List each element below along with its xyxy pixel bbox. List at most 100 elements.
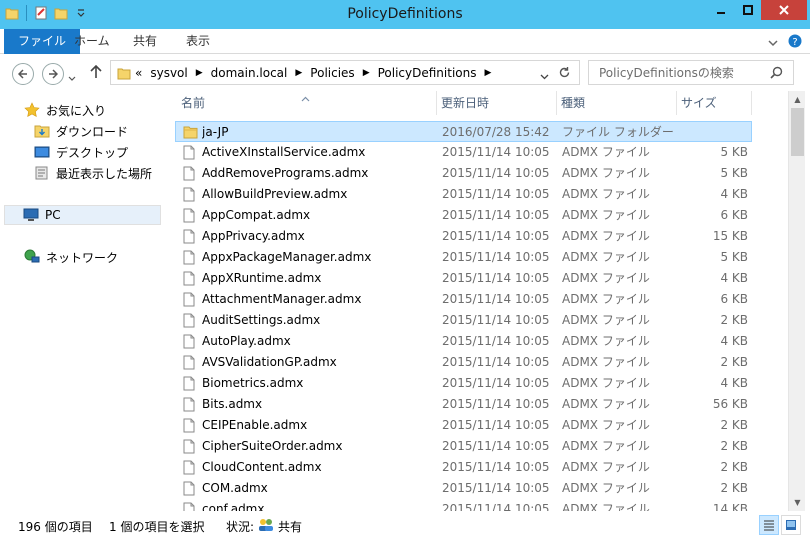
file-size: 4 KB — [720, 187, 748, 201]
column-header-type[interactable]: 種類 — [557, 91, 677, 115]
tab-share[interactable]: 共有 — [121, 29, 169, 54]
back-button[interactable] — [12, 63, 34, 85]
scroll-thumb[interactable] — [791, 108, 804, 156]
file-name: AutoPlay.admx — [202, 334, 291, 348]
file-row[interactable]: COM.admx 2015/11/14 10:05 ADMX ファイル 2 KB — [165, 478, 755, 499]
breadcrumb-policies[interactable]: Policies — [306, 66, 358, 80]
breadcrumb-separator-icon[interactable]: ▶ — [481, 68, 496, 78]
sidebar-item-favorites[interactable]: お気に入り — [24, 100, 106, 120]
file-size: 2 KB — [720, 418, 748, 432]
window-controls — [707, 0, 807, 20]
file-row[interactable]: AllowBuildPreview.admx 2015/11/14 10:05 AD… — [165, 184, 755, 205]
file-date: 2016/07/28 15:42 — [442, 125, 550, 139]
file-date: 2015/11/14 10:05 — [442, 355, 550, 369]
folder-icon — [183, 125, 198, 140]
file-row[interactable]: AppPrivacy.admx 2015/11/14 10:05 ADMX ファイル… — [165, 226, 755, 247]
file-row[interactable]: AppCompat.admx 2015/11/14 10:05 ADMX ファイル 6… — [165, 205, 755, 226]
file-name: Bits.admx — [202, 397, 263, 411]
forward-button[interactable] — [42, 63, 64, 85]
sidebar-item-downloads[interactable]: ダウンロード — [34, 121, 128, 141]
network-icon — [24, 249, 40, 263]
file-row[interactable]: CloudContent.admx 2015/11/14 10:05 ADMX ファ… — [165, 457, 755, 478]
file-name: COM.admx — [202, 481, 268, 495]
minimize-button[interactable] — [707, 0, 734, 20]
address-dropdown-icon[interactable] — [540, 69, 549, 83]
expand-ribbon-icon[interactable] — [768, 36, 778, 50]
file-row[interactable]: ja-JP 2016/07/28 15:42 ファイル フォルダー — [175, 121, 752, 142]
tab-home[interactable]: ホーム — [62, 29, 122, 54]
breadcrumb-domain[interactable]: domain.local — [207, 66, 292, 80]
file-icon — [183, 481, 197, 496]
sidebar-item-label: ダウンロード — [56, 124, 129, 139]
up-icon[interactable] — [90, 64, 102, 82]
scroll-down-icon[interactable]: ▼ — [789, 494, 806, 511]
file-row[interactable]: CipherSuiteOrder.admx 2015/11/14 10:05 ADM… — [165, 436, 755, 457]
tab-view[interactable]: 表示 — [174, 29, 222, 54]
file-row[interactable]: conf.admx 2015/11/14 10:05 ADMX ファイル 14 KB — [165, 499, 755, 511]
sidebar-item-pc[interactable]: PC — [4, 205, 161, 225]
file-size: 2 KB — [720, 313, 748, 327]
file-name: AttachmentManager.admx — [202, 292, 362, 306]
help-icon[interactable]: ? — [788, 34, 802, 51]
file-date: 2015/11/14 10:05 — [442, 334, 550, 348]
vertical-scrollbar[interactable]: ▲ ▼ — [788, 91, 805, 511]
file-row[interactable]: AVSValidationGP.admx 2015/11/14 10:05 ADMX… — [165, 352, 755, 373]
file-row[interactable]: AuditSettings.admx 2015/11/14 10:05 ADMX フ… — [165, 310, 755, 331]
search-icon[interactable] — [770, 66, 783, 82]
file-type: ADMX ファイル — [562, 334, 650, 348]
breadcrumb-separator-icon[interactable]: ▶ — [291, 68, 306, 78]
file-date: 2015/11/14 10:05 — [442, 397, 550, 411]
file-size: 2 KB — [720, 355, 748, 369]
file-size: 2 KB — [720, 460, 748, 474]
file-row[interactable]: AutoPlay.admx 2015/11/14 10:05 ADMX ファイル 4 … — [165, 331, 755, 352]
item-count: 196 個の項目 — [18, 520, 93, 534]
file-row[interactable]: AttachmentManager.admx 2015/11/14 10:05 AD… — [165, 289, 755, 310]
sidebar-item-network[interactable]: ネットワーク — [24, 247, 118, 267]
file-size: 2 KB — [720, 439, 748, 453]
sidebar-item-desktop[interactable]: デスクトップ — [34, 142, 128, 162]
navigation-pane: お気に入り ダウンロード デスクトップ 最近表示した場所 PC ネットワーク — [0, 91, 162, 511]
file-icon — [183, 250, 197, 265]
column-header-name[interactable]: 名前 — [177, 91, 437, 115]
file-date: 2015/11/14 10:05 — [442, 208, 550, 222]
file-row[interactable]: AddRemovePrograms.admx 2015/11/14 10:05 AD… — [165, 163, 755, 184]
scroll-up-icon[interactable]: ▲ — [789, 91, 806, 108]
file-type: ADMX ファイル — [562, 250, 650, 264]
search-input[interactable]: PolicyDefinitionsの検索 — [588, 60, 794, 85]
file-row[interactable]: Biometrics.admx 2015/11/14 10:05 ADMX ファイル… — [165, 373, 755, 394]
file-date: 2015/11/14 10:05 — [442, 145, 550, 159]
file-icon — [183, 292, 197, 307]
file-name: Biometrics.admx — [202, 376, 304, 390]
status-state-value: 共有 — [278, 520, 303, 534]
file-date: 2015/11/14 10:05 — [442, 460, 550, 474]
file-row[interactable]: AppxPackageManager.admx 2015/11/14 10:05 A… — [165, 247, 755, 268]
large-icons-view-button[interactable] — [781, 515, 801, 535]
breadcrumb-policydefinitions[interactable]: PolicyDefinitions — [374, 66, 481, 80]
file-icon — [183, 271, 197, 286]
breadcrumb-separator-icon[interactable]: ▶ — [359, 68, 374, 78]
ribbon-controls: ? — [768, 34, 802, 51]
svg-text:?: ? — [792, 37, 797, 48]
file-row[interactable]: Bits.admx 2015/11/14 10:05 ADMX ファイル 56 KB — [165, 394, 755, 415]
sidebar-item-recent-places[interactable]: 最近表示した場所 — [34, 163, 152, 183]
file-row[interactable]: AppXRuntime.admx 2015/11/14 10:05 ADMX ファイ… — [165, 268, 755, 289]
file-row[interactable]: ActiveXInstallService.admx 2015/11/14 10:… — [165, 142, 755, 163]
file-size: 4 KB — [720, 271, 748, 285]
file-icon — [183, 145, 197, 160]
file-row[interactable]: CEIPEnable.admx 2015/11/14 10:05 ADMX ファイル… — [165, 415, 755, 436]
address-bar[interactable]: « sysvol ▶ domain.local ▶ Policies ▶ Pol… — [110, 60, 580, 85]
file-date: 2015/11/14 10:05 — [442, 481, 550, 495]
details-view-button[interactable] — [759, 515, 779, 535]
column-header-date[interactable]: 更新日時 — [437, 91, 557, 115]
column-header-size[interactable]: サイズ — [677, 91, 752, 115]
refresh-icon[interactable] — [558, 66, 571, 82]
breadcrumb-sysvol[interactable]: sysvol — [146, 66, 191, 80]
close-button[interactable] — [761, 0, 807, 20]
breadcrumb-overflow[interactable]: « — [131, 66, 146, 80]
selected-count: 1 個の項目を選択 — [109, 520, 205, 534]
file-name: ActiveXInstallService.admx — [202, 145, 366, 159]
breadcrumb-separator-icon[interactable]: ▶ — [192, 68, 207, 78]
maximize-button[interactable] — [734, 0, 761, 20]
recent-locations-icon[interactable] — [68, 71, 76, 85]
file-icon — [183, 355, 197, 370]
